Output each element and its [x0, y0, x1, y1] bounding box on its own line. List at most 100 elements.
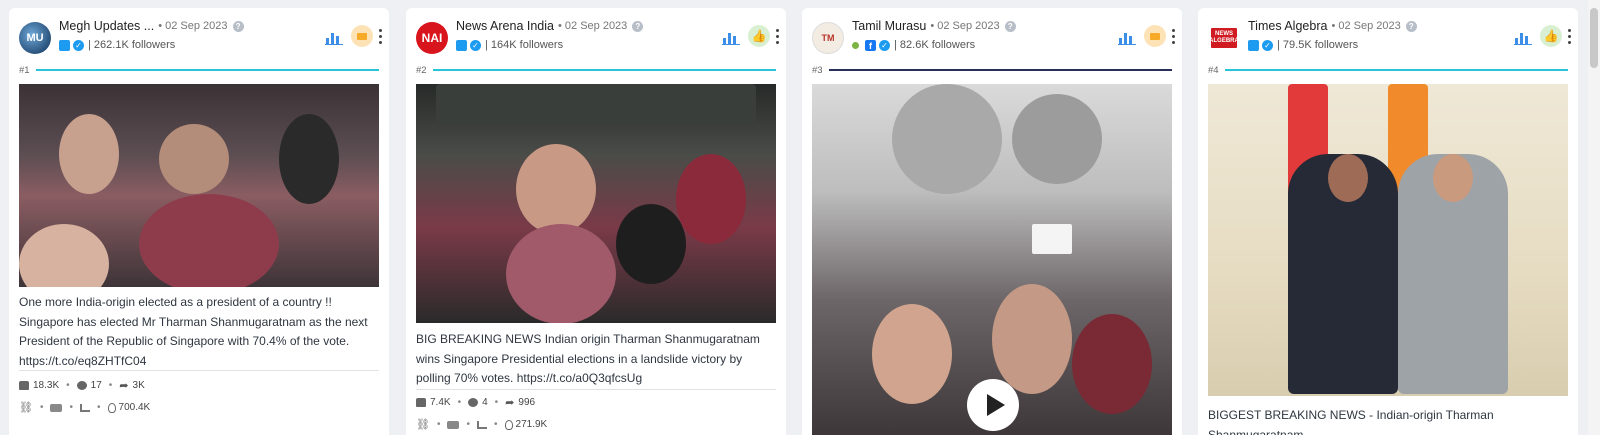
post-image[interactable]	[1208, 84, 1568, 396]
post-date: • 02 Sep 2023	[930, 20, 1000, 32]
facebook-icon: f	[865, 39, 876, 51]
divider	[19, 370, 379, 371]
verified-icon: ✓	[73, 39, 84, 51]
avatar[interactable]: NEWS ALGEBRA	[1208, 22, 1240, 54]
more-options-icon[interactable]	[379, 28, 383, 44]
share-count: 3K	[132, 380, 145, 391]
follower-count: | 79.5K followers	[1277, 39, 1359, 51]
more-options-icon[interactable]	[1568, 28, 1572, 44]
analytics-chart-icon[interactable]	[722, 28, 740, 45]
rank-divider	[828, 69, 1172, 71]
post-video-thumbnail[interactable]	[812, 84, 1172, 435]
verified-icon: ✓	[470, 39, 481, 51]
rank-divider	[1224, 69, 1568, 71]
post-text: BIG BREAKING NEWS Indian origin Tharman …	[416, 332, 760, 385]
engagement-stats: 7.4K • 4 • ➦ 996	[416, 397, 535, 408]
avatar[interactable]: TM	[812, 22, 844, 54]
share-count: 996	[518, 397, 536, 408]
post-date: • 02 Sep 2023	[557, 20, 628, 32]
post-card-4[interactable]: NEWS ALGEBRA Times Algebra • 02 Sep 2023…	[1198, 8, 1578, 435]
post-date-value: 02 Sep 2023	[1338, 20, 1401, 32]
bar-chart-icon	[80, 403, 90, 412]
comment-count: 4	[482, 397, 488, 408]
play-button[interactable]	[967, 379, 1019, 431]
sentiment-neutral-icon[interactable]	[351, 25, 373, 47]
like-count: 18.3K	[33, 380, 60, 391]
scrollbar-thumb[interactable]	[1590, 8, 1598, 68]
avatar-initials: TM	[821, 33, 835, 43]
author-name[interactable]: Times Algebra	[1248, 19, 1327, 33]
bar-chart-icon	[477, 420, 487, 429]
post-text: One more India-origin elected as a presi…	[19, 295, 368, 368]
rank-label: #1	[19, 64, 30, 76]
more-options-icon[interactable]	[776, 28, 780, 44]
engagement-stats: 18.3K • 17 • ➦ 3K	[19, 380, 145, 391]
link-icon[interactable]: ⛓	[416, 418, 430, 431]
post-date: • 02 Sep 2023	[1331, 20, 1401, 32]
reach-stats: ⛓ • • • 700.4K	[19, 401, 151, 414]
rank-label: #4	[1208, 64, 1219, 76]
like-icon	[416, 398, 426, 407]
follower-count-value: 79.5K followers	[1282, 39, 1359, 51]
like-icon	[19, 381, 29, 390]
post-date-value: 02 Sep 2023	[165, 20, 228, 32]
avatar[interactable]: MU	[19, 22, 51, 54]
sentiment-positive-icon[interactable]: 👍	[748, 25, 770, 47]
follower-count-value: 82.6K followers	[899, 39, 976, 51]
comment-icon	[468, 398, 479, 407]
help-icon[interactable]: ?	[232, 20, 244, 32]
reach-icon	[107, 402, 116, 413]
rank-label: #2	[416, 64, 427, 76]
online-status-dot	[852, 41, 859, 49]
author-name[interactable]: Tamil Murasu	[852, 19, 926, 33]
share-icon: ➦	[119, 379, 129, 392]
rank-divider	[35, 69, 379, 71]
follower-count: | 262.1K followers	[88, 39, 176, 51]
analytics-chart-icon[interactable]	[1118, 28, 1136, 45]
post-text: BIGGEST BREAKING NEWS - Indian-origin Th…	[1208, 408, 1494, 435]
rank-divider	[432, 69, 776, 71]
analytics-chart-icon[interactable]	[325, 28, 343, 45]
post-image[interactable]	[19, 84, 379, 287]
avatar-logo: NEWS ALGEBRA	[1209, 28, 1239, 48]
rank-label: #3	[812, 64, 823, 76]
post-card-3[interactable]: TM Tamil Murasu • 02 Sep 2023 ? f ✓ | 82…	[802, 8, 1182, 435]
network-icon	[447, 420, 460, 429]
verified-icon: ✓	[1262, 39, 1273, 51]
post-card-1[interactable]: MU Megh Updates ... • 02 Sep 2023 ? ✓ | …	[9, 8, 389, 435]
avatar[interactable]: NAI	[416, 22, 448, 54]
network-icon	[50, 403, 63, 412]
post-image[interactable]	[416, 84, 776, 323]
follower-count: | 164K followers	[485, 39, 564, 51]
sentiment-neutral-icon[interactable]	[1144, 25, 1166, 47]
post-date-value: 02 Sep 2023	[937, 20, 1000, 32]
link-icon[interactable]: ⛓	[19, 401, 33, 414]
post-card-2[interactable]: NAI News Arena India • 02 Sep 2023 ? ✓ |…	[406, 8, 786, 435]
help-icon[interactable]: ?	[632, 20, 644, 32]
reach-count: 700.4K	[118, 402, 151, 413]
sentiment-positive-icon[interactable]: 👍	[1540, 25, 1562, 47]
more-options-icon[interactable]	[1172, 28, 1176, 44]
post-date-value: 02 Sep 2023	[564, 20, 628, 32]
follower-count-value: 164K followers	[490, 39, 564, 51]
help-icon[interactable]: ?	[1004, 20, 1016, 32]
follower-count: | 82.6K followers	[894, 39, 976, 51]
reach-count: 271.9K	[515, 419, 548, 430]
twitter-icon	[456, 39, 467, 51]
twitter-icon	[59, 39, 70, 51]
verified-icon: ✓	[879, 39, 890, 51]
comment-icon	[76, 381, 87, 390]
scrollbar[interactable]	[1588, 0, 1600, 435]
share-icon: ➦	[505, 396, 515, 409]
like-count: 7.4K	[430, 397, 451, 408]
analytics-chart-icon[interactable]	[1514, 28, 1532, 45]
help-icon[interactable]: ?	[1405, 20, 1417, 32]
divider	[416, 389, 776, 390]
post-date: • 02 Sep 2023	[158, 20, 228, 32]
avatar-initials: MU	[26, 32, 44, 44]
author-name[interactable]: Megh Updates ...	[59, 19, 154, 33]
follower-count-value: 262.1K followers	[93, 39, 176, 51]
twitter-icon	[1248, 39, 1259, 51]
avatar-initials: NAI	[421, 31, 443, 45]
author-name[interactable]: News Arena India	[456, 19, 554, 33]
